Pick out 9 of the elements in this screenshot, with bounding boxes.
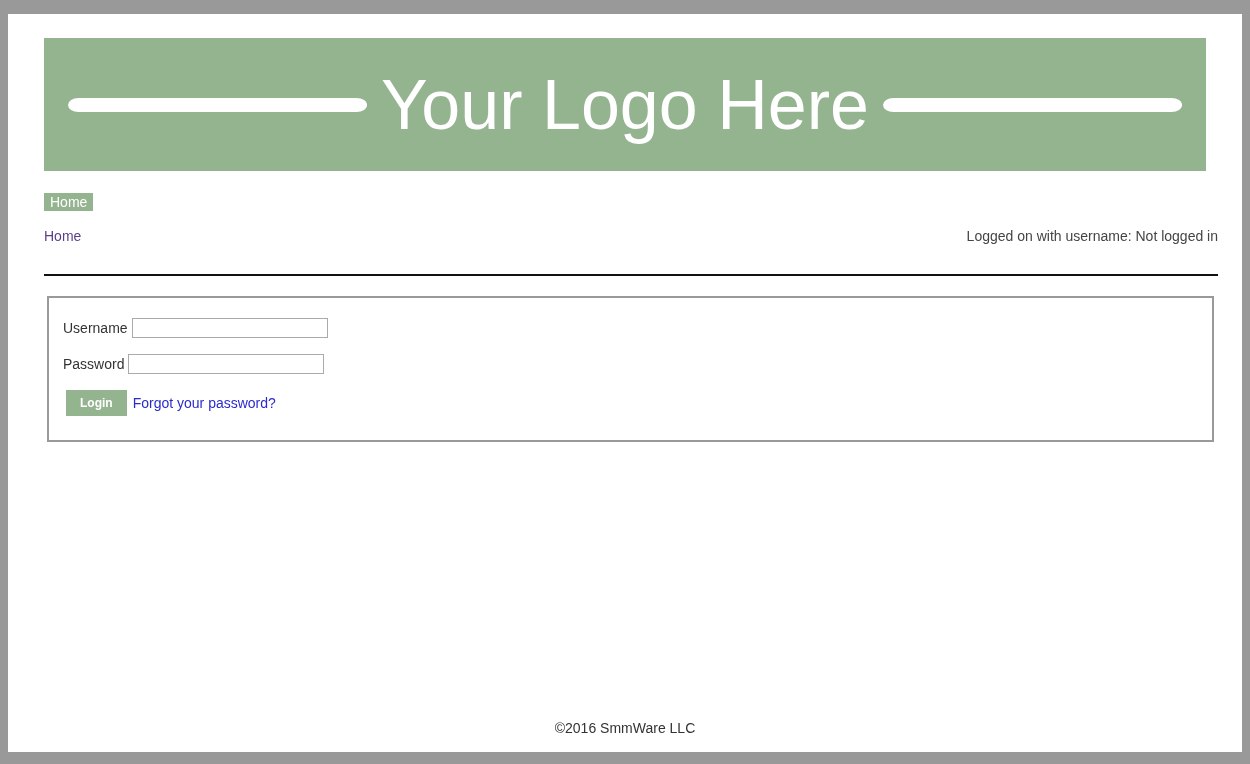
forgot-password-link[interactable]: Forgot your password?: [132, 395, 276, 411]
breadcrumb-link[interactable]: Home: [44, 228, 82, 244]
input-field[interactable]: [131, 318, 328, 338]
copyright-text: ©2016 SmmWare LLC: [554, 720, 696, 736]
field-label: Username: [63, 320, 128, 336]
field-label: Password: [63, 356, 125, 372]
login-status-text: Logged on with username: Not logged in: [966, 228, 1218, 244]
input-field[interactable]: [128, 354, 325, 374]
logo-text: Your Logo Here: [381, 64, 869, 145]
